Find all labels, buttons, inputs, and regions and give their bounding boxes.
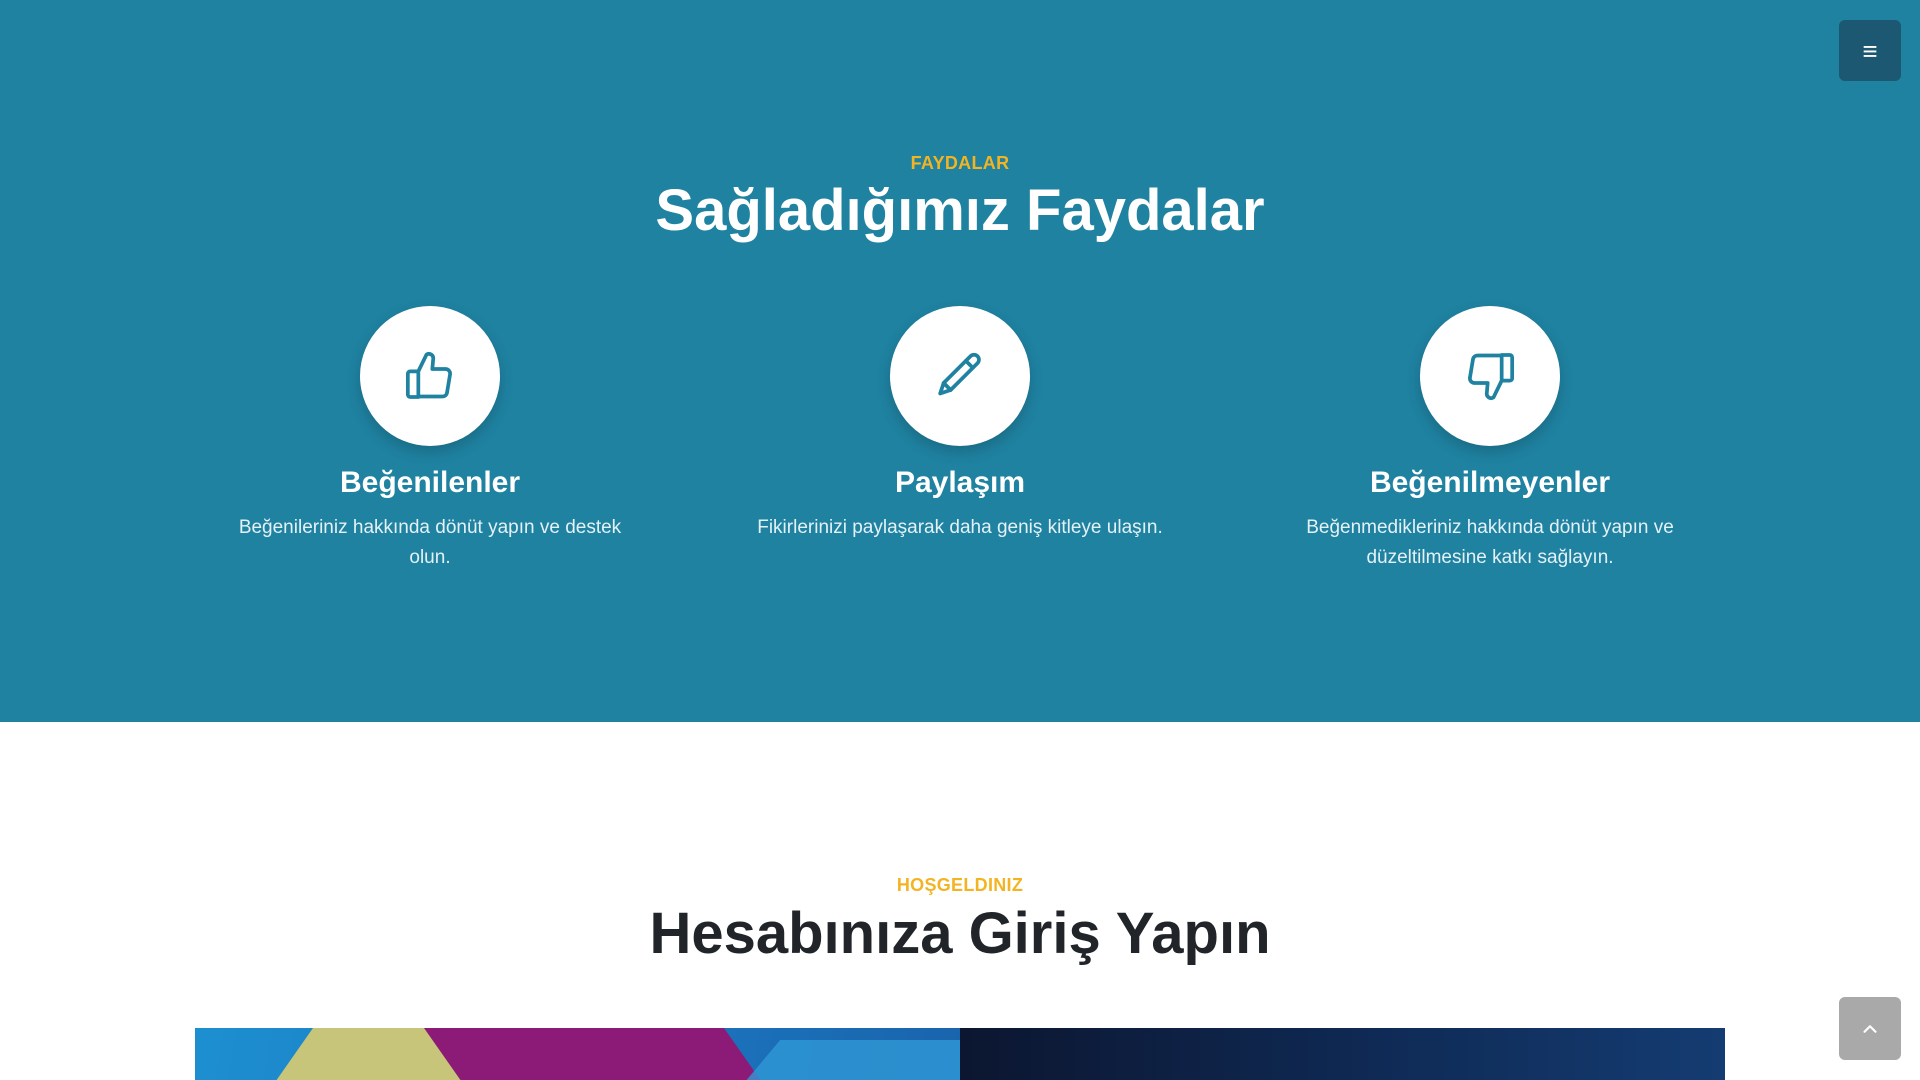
feature-sharing: Paylaşım Fikirlerinizi paylaşarak daha g… xyxy=(695,306,1225,543)
feature-icon-circle xyxy=(1420,306,1560,446)
login-image-left xyxy=(195,1028,960,1080)
benefits-section: FAYDALAR Sağladığımız Faydalar Beğenilen… xyxy=(0,0,1920,722)
thumbs-up-icon xyxy=(405,352,452,399)
benefits-eyebrow: FAYDALAR xyxy=(910,153,1010,173)
feature-description: Beğenmedikleriniz hakkında dönüt yapın v… xyxy=(1306,517,1674,568)
pencil-icon xyxy=(938,352,981,396)
menu-button[interactable]: ≡ xyxy=(1839,20,1901,81)
feature-title: Beğenilmeyenler xyxy=(1369,466,1611,499)
welcome-eyebrow: HOŞGELDINIZ xyxy=(896,875,1024,895)
hamburger-icon: ≡ xyxy=(1862,35,1878,66)
welcome-title: Hesabınıza Giriş Yapın xyxy=(649,901,1271,966)
feature-icon-circle xyxy=(360,306,500,446)
chevron-up-icon xyxy=(1863,1024,1877,1033)
feature-description: Beğenileriniz hakkında dönüt yapın ve de… xyxy=(238,517,622,568)
scroll-top-button[interactable] xyxy=(1839,997,1901,1060)
benefits-title: Sağladığımız Faydalar xyxy=(655,178,1265,243)
feature-icon-circle xyxy=(890,306,1030,446)
feature-description: Fikirlerinizi paylaşarak daha geniş kitl… xyxy=(757,517,1163,538)
feature-likes: Beğenilenler Beğenileriniz hakkında dönü… xyxy=(165,306,695,573)
thumbs-down-icon xyxy=(1468,353,1515,400)
feature-dislikes: Beğenilmeyenler Beğenmedikleriniz hakkın… xyxy=(1225,306,1755,573)
feature-title: Paylaşım xyxy=(894,466,1026,499)
login-image-right xyxy=(960,1028,1725,1080)
feature-title: Beğenilenler xyxy=(339,466,521,499)
